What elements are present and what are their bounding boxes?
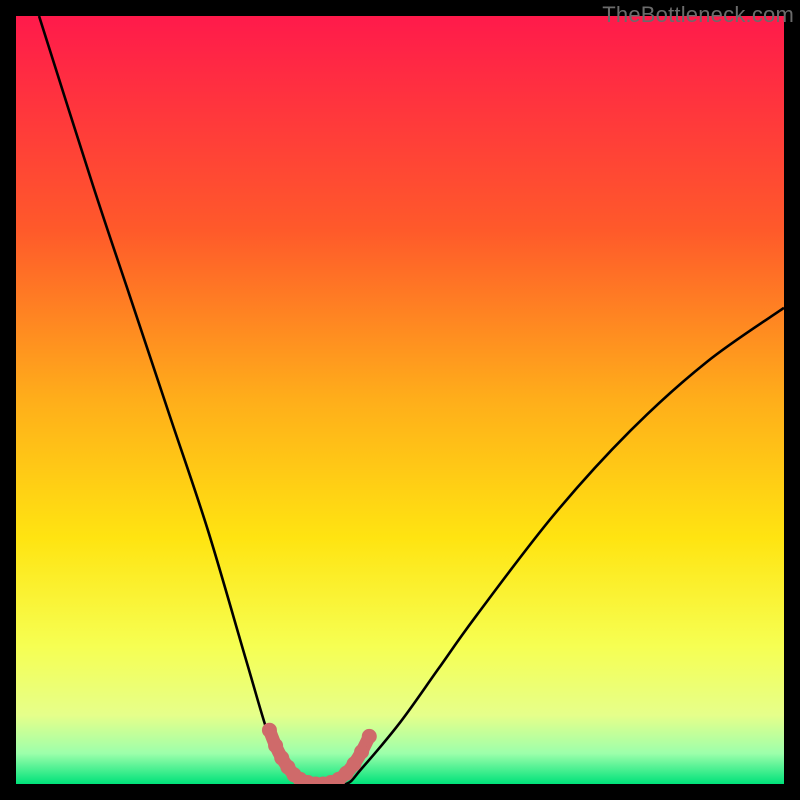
gradient-background [16,16,784,784]
highlight-bead [362,729,377,744]
chart-svg [16,16,784,784]
highlight-bead [354,744,369,759]
watermark-label: TheBottleneck.com [602,2,794,28]
highlight-bead [262,723,277,738]
chart-frame [16,16,784,784]
